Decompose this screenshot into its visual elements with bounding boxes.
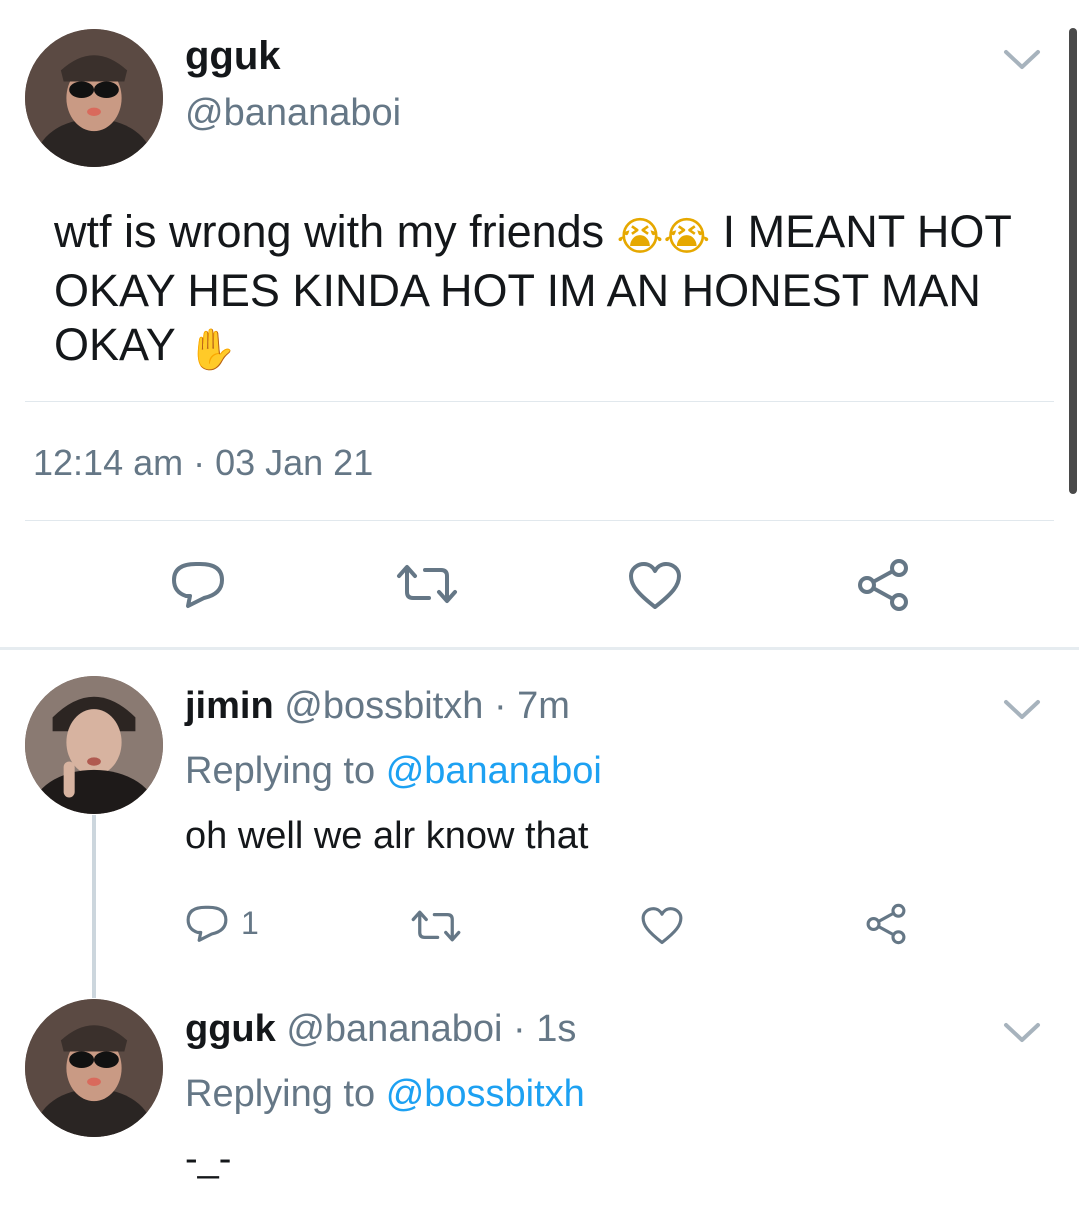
replying-prefix: Replying to <box>185 750 376 792</box>
reply-count: 1 <box>241 904 259 941</box>
scrollbar[interactable] <box>1069 28 1077 494</box>
replying-to: Replying to @bananaboi <box>185 750 602 793</box>
heart-icon <box>641 907 683 945</box>
reply-button[interactable] <box>170 558 226 610</box>
like-button[interactable] <box>640 906 684 946</box>
section-divider <box>0 647 1079 650</box>
reply-age: · 7m <box>493 685 570 727</box>
reply-header: gguk @bananaboi · 1s <box>185 1008 576 1051</box>
reply-icon <box>172 562 224 608</box>
replying-mention-link[interactable]: @bossbitxh <box>386 1073 585 1115</box>
avatar-image <box>25 676 163 814</box>
like-button[interactable] <box>627 561 683 611</box>
reply-age: · 1s <box>513 1008 577 1050</box>
thread-line <box>92 815 96 998</box>
raised-hand-emoji: ✋ <box>187 328 238 372</box>
avatar-jimin[interactable] <box>25 676 163 814</box>
replying-to: Replying to @bossbitxh <box>185 1073 585 1116</box>
retweet-icon <box>411 910 461 942</box>
share-button[interactable] <box>864 903 908 945</box>
avatar-gguk[interactable] <box>25 29 163 167</box>
reply-icon <box>186 905 228 942</box>
reply-author-name[interactable]: jimin <box>185 685 274 727</box>
share-button[interactable] <box>855 558 911 612</box>
share-icon <box>858 559 908 611</box>
divider <box>25 401 1054 402</box>
tweet-text-part1: wtf is wrong with my friends <box>54 206 605 257</box>
retweet-button[interactable] <box>395 562 459 606</box>
chevron-down-icon[interactable] <box>1000 1019 1044 1047</box>
share-icon <box>866 903 906 945</box>
author-name[interactable]: gguk <box>185 34 281 79</box>
reply-text: oh well we alr know that <box>185 815 589 857</box>
divider <box>25 520 1054 521</box>
tweet-text: wtf is wrong with my friends 😭😭 I MEANT … <box>54 205 1014 377</box>
retweet-button[interactable] <box>410 908 462 944</box>
author-handle[interactable]: @bananaboi <box>185 92 401 135</box>
avatar-image <box>25 999 163 1137</box>
chevron-down-icon[interactable] <box>1000 46 1044 74</box>
reply-header: jimin @bossbitxh · 7m <box>185 685 570 728</box>
avatar-image <box>25 29 163 167</box>
reply-button[interactable]: 1 <box>185 902 259 944</box>
reply-author-handle[interactable]: @bananaboi <box>286 1008 502 1050</box>
tweet-timestamp[interactable]: 12:14 am · 03 Jan 21 <box>33 442 373 484</box>
avatar-gguk[interactable] <box>25 999 163 1137</box>
replying-prefix: Replying to <box>185 1073 376 1115</box>
reply-text: -_- <box>185 1138 232 1180</box>
retweet-icon <box>397 565 457 603</box>
crying-emoji: 😭😭 <box>616 215 711 259</box>
reply-author-handle[interactable]: @bossbitxh <box>284 685 483 727</box>
replying-mention-link[interactable]: @bananaboi <box>386 750 602 792</box>
reply-author-name[interactable]: gguk <box>185 1008 276 1050</box>
heart-icon <box>629 562 681 609</box>
tweet-detail-page: gguk @bananaboi wtf is wrong with my fri… <box>0 0 1079 1207</box>
chevron-down-icon[interactable] <box>1000 696 1044 724</box>
